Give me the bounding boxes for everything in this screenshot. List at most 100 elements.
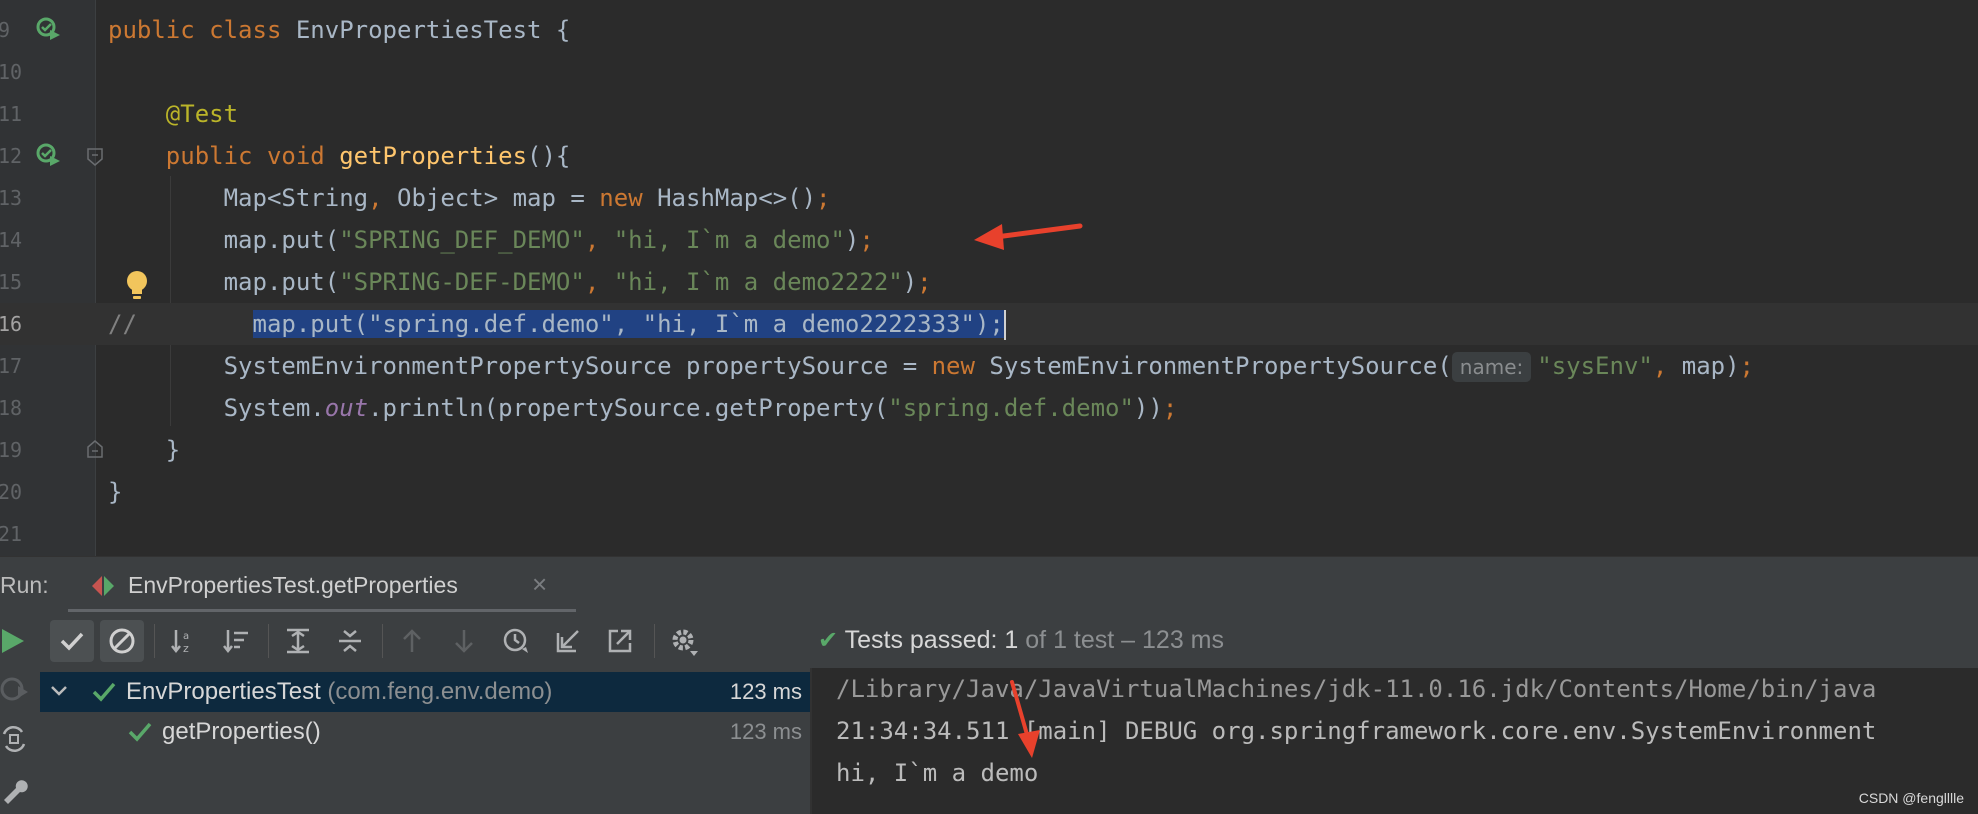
chevron-down-icon[interactable] (50, 684, 68, 698)
check-icon (60, 632, 84, 651)
code-token: "sysEnv" (1537, 352, 1653, 380)
code-token: HashMap<>() (657, 184, 817, 212)
code-text: @Test (108, 93, 238, 135)
code-token: System. (108, 394, 325, 422)
console-line: /Library/Java/JavaVirtualMachines/jdk-11… (836, 675, 1877, 703)
previous-failed-button[interactable] (390, 620, 434, 662)
wrench-icon[interactable] (0, 774, 30, 804)
tree-row-test-method[interactable]: getProperties() 123 ms (40, 712, 810, 752)
code-token: map.put( (108, 226, 340, 254)
rerun-failed-icon[interactable] (0, 674, 30, 704)
sort-by-duration-button[interactable] (214, 620, 258, 662)
export-tests-button[interactable] (598, 620, 642, 662)
code-token: "hi, I`m a demo" (613, 226, 845, 254)
line-number: 14 (0, 228, 23, 252)
expand-all-icon (287, 628, 309, 654)
code-line[interactable]: 9 public class EnvPropertiesTest { (0, 9, 1978, 51)
lightbulb-icon[interactable] (124, 270, 150, 302)
test-results-tree[interactable]: EnvPropertiesTest (com.feng.env.demo) 12… (40, 668, 810, 814)
ide-window: 9 public class EnvPropertiesTest { 10 11 @T… (0, 0, 1978, 814)
code-token: , (368, 184, 397, 212)
code-token: EnvPropertiesTest { (295, 16, 571, 44)
line-number: 19 (0, 438, 23, 462)
tree-class-label: EnvPropertiesTest (com.feng.env.demo) (126, 672, 552, 712)
next-failed-button[interactable] (442, 620, 486, 662)
run-test-class-icon[interactable] (36, 16, 62, 42)
code-token: "SPRING_DEF_DEMO" (339, 226, 585, 254)
code-line[interactable]: 10 (0, 51, 1978, 93)
import-tests-button[interactable] (546, 620, 590, 662)
collapse-all-button[interactable] (328, 620, 372, 662)
code-line[interactable]: 16 // map.put("spring.def.demo", "hi, I`m… (0, 303, 1978, 345)
line-number: 10 (0, 60, 23, 84)
arrow-up-icon (403, 629, 421, 652)
line-number: 12 (0, 144, 23, 168)
toolbar-separator (268, 624, 269, 658)
sort-alphabetically-button[interactable]: a z (162, 620, 206, 662)
code-token: , (584, 226, 614, 254)
code-line[interactable]: 11 @Test (0, 93, 1978, 135)
code-token: @Test (165, 100, 239, 128)
code-line[interactable]: 18 System.out.println(propertySource.get… (0, 387, 1978, 429)
fold-start-icon[interactable] (87, 148, 103, 166)
test-history-button[interactable] (494, 620, 538, 662)
code-token: )) (1133, 394, 1163, 422)
svg-text:a: a (183, 631, 189, 642)
line-number: 15 (0, 270, 23, 294)
code-token: ) (902, 268, 918, 296)
tree-row-test-class[interactable]: EnvPropertiesTest (com.feng.env.demo) 12… (40, 672, 810, 712)
console-output[interactable]: /Library/Java/JavaVirtualMachines/jdk-11… (812, 668, 1978, 814)
close-tab-icon[interactable]: × (532, 569, 547, 600)
class-name: EnvPropertiesTest (126, 678, 321, 705)
code-token: "spring.def.demo" (888, 394, 1134, 422)
method-duration: 123 ms (729, 719, 802, 744)
collapse-all-icon (339, 630, 361, 652)
code-token: ) (844, 226, 860, 254)
line-number: 17 (0, 354, 23, 378)
code-token: SystemEnvironmentPropertySource property… (108, 352, 932, 380)
run-test-method-icon[interactable] (36, 142, 62, 168)
export-icon (608, 629, 632, 653)
test-status: ✔ Tests passed: 1 of 1 test – 123 ms (818, 612, 1224, 668)
code-line[interactable]: 12 public void getProperties(){ (0, 135, 1978, 177)
parameter-hint: name: (1451, 352, 1532, 382)
rerun-icon[interactable] (0, 626, 30, 656)
line-number: 11 (0, 102, 23, 126)
toggle-auto-test-icon[interactable] (0, 724, 30, 754)
expand-all-button[interactable] (276, 620, 320, 662)
run-tool-window: a z ✔ Tests passed: 1 of 1 test – 123 ms… (0, 612, 1978, 814)
fold-end-icon[interactable] (87, 440, 103, 458)
tests-passed-text: Tests passed: 1 (844, 626, 1019, 654)
watermark: CSDN @fenglllle (1858, 790, 1964, 806)
code-line[interactable]: 15 map.put("SPRING-DEF-DEMO", "hi, I`m a… (0, 261, 1978, 303)
code-line[interactable]: 21 (0, 513, 1978, 555)
code-text: // map.put("spring.def.demo", "hi, I`m a… (108, 303, 1006, 345)
code-text: map.put("SPRING-DEF-DEMO", "hi, I`m a de… (108, 261, 932, 303)
arrow-down-icon (455, 630, 473, 653)
run-config-tab[interactable]: EnvPropertiesTest.getProperties × (68, 557, 576, 613)
code-line[interactable]: 20} (0, 471, 1978, 513)
code-token: Object> map = (397, 184, 600, 212)
code-line[interactable]: 17 SystemEnvironmentPropertySource prope… (0, 345, 1978, 387)
settings-button[interactable] (662, 620, 706, 662)
code-line[interactable]: 19 } (0, 429, 1978, 471)
passed-check-icon (92, 682, 116, 702)
code-token: SystemEnvironmentPropertySource( (989, 352, 1452, 380)
tests-summary-text: of 1 test – 123 ms (1018, 626, 1224, 654)
line-number: 16 (0, 312, 23, 336)
test-runner-toolbar: a z (40, 612, 810, 668)
show-passed-button[interactable] (50, 620, 94, 662)
code-token: new (599, 184, 658, 212)
selected-text: map.put("spring.def.demo", "hi, I`m a de… (252, 310, 1004, 338)
code-token: out (324, 394, 369, 422)
code-token: // (108, 310, 253, 338)
toolbar-separator (382, 624, 383, 658)
code-line[interactable]: 13 Map<String, Object> map = new HashMap… (0, 177, 1978, 219)
svg-text:z: z (183, 642, 189, 655)
code-token: .println(propertySource.getProperty( (368, 394, 889, 422)
code-token: } (108, 478, 123, 506)
show-ignored-button[interactable] (100, 620, 144, 662)
code-editor[interactable]: 9 public class EnvPropertiesTest { 10 11 @T… (0, 0, 1978, 556)
code-line[interactable]: 14 map.put("SPRING_DEF_DEMO", "hi, I`m a… (0, 219, 1978, 261)
